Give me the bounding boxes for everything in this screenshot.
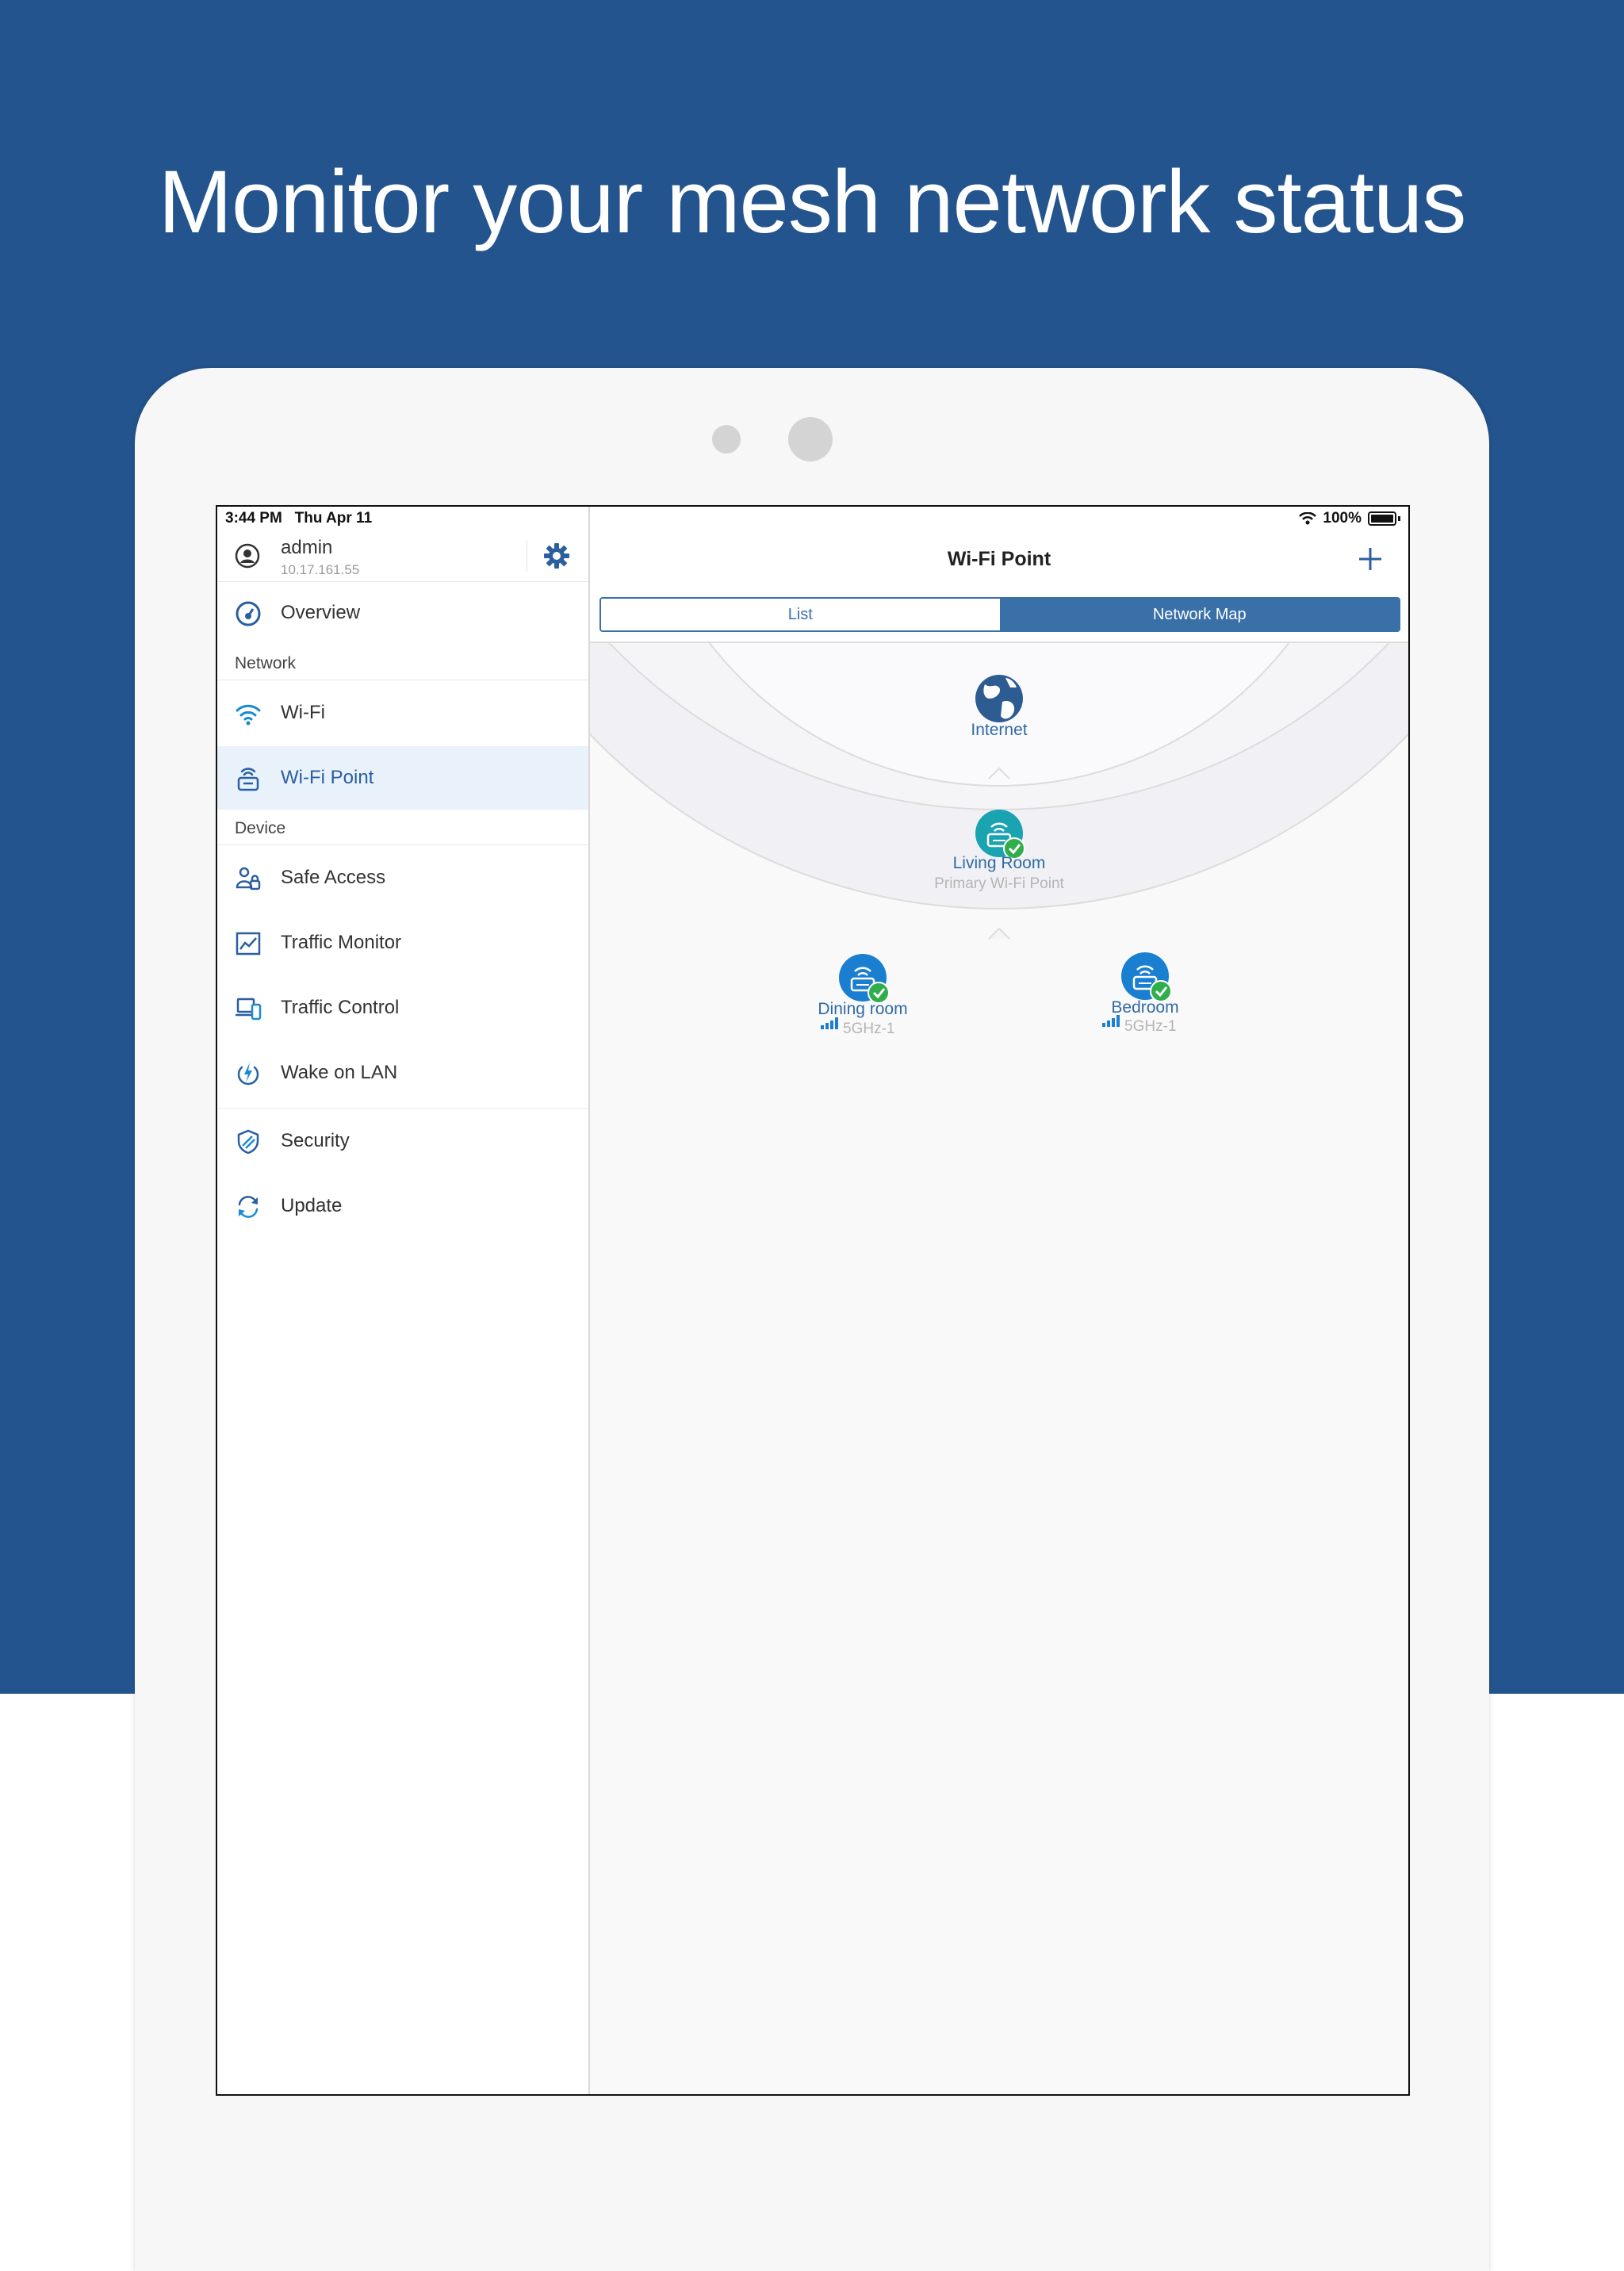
- gear-icon[interactable]: [542, 542, 571, 570]
- status-right: 100%: [1299, 510, 1400, 527]
- users-icon: [236, 867, 261, 890]
- page-title: Wi-Fi Point: [947, 548, 1051, 570]
- battery-icon: [1368, 511, 1396, 526]
- account-ip: 10.17.161.55: [281, 562, 360, 577]
- wifi-signal-icon: [1299, 512, 1317, 525]
- divider: [217, 844, 588, 845]
- sidebar-item-wifi[interactable]: Wi-Fi: [217, 681, 588, 745]
- section-title-network: Network: [235, 654, 297, 672]
- account-name: admin: [281, 537, 333, 558]
- tab-network-map[interactable]: Network Map: [1000, 599, 1399, 630]
- sidebar-item-wake-on-lan[interactable]: Wake on LAN: [217, 1041, 588, 1105]
- node-band-bedroom: 5GHz-1: [1124, 1018, 1177, 1035]
- camera-sensor: [712, 425, 741, 454]
- divider: [217, 1108, 588, 1109]
- battery-tip: [1398, 516, 1400, 521]
- sidebar-item-traffic-control[interactable]: Traffic Control: [217, 976, 588, 1040]
- sidebar: admin 10.17.161.55 Overview Network Wi-F…: [217, 507, 590, 2094]
- sidebar-item-safe-access[interactable]: Safe Access: [217, 846, 588, 910]
- node-band-dining-room: 5GHz-1: [843, 1021, 895, 1037]
- main-panel: Wi-Fi Point List Network Map Internet Li…: [590, 530, 1408, 2094]
- sidebar-item-label: Wake on LAN: [281, 1062, 398, 1083]
- internet-label: Internet: [971, 721, 1028, 739]
- sidebar-item-update[interactable]: Update: [217, 1174, 588, 1238]
- sidebar-item-overview[interactable]: Overview: [217, 581, 588, 645]
- sidebar-item-label: Update: [281, 1195, 343, 1216]
- sidebar-item-wifi-point[interactable]: Wi-Fi Point: [217, 746, 588, 810]
- signal-icon: [821, 1017, 838, 1029]
- line-chart-icon: [236, 932, 261, 956]
- sidebar-item-label: Traffic Control: [281, 997, 400, 1018]
- user-circle-icon: [235, 543, 260, 569]
- main-header: Wi-Fi Point: [590, 530, 1408, 586]
- view-switcher: List Network Map: [590, 586, 1408, 643]
- tablet-screen: admin 10.17.161.55 Overview Network Wi-F…: [216, 505, 1410, 2096]
- primary-point-name: Living Room: [952, 854, 1046, 872]
- wifi-point-icon: [237, 768, 259, 791]
- devices-icon: [236, 998, 262, 1021]
- map-ring-notch: [988, 927, 1010, 940]
- sidebar-item-traffic-monitor[interactable]: Traffic Monitor: [217, 911, 588, 975]
- account-header[interactable]: admin 10.17.161.55: [217, 530, 588, 582]
- tab-list[interactable]: List: [601, 599, 1001, 630]
- sidebar-item-security[interactable]: Security: [217, 1109, 588, 1173]
- refresh-icon: [238, 1196, 259, 1218]
- status-date: Thu Apr 11: [294, 510, 373, 527]
- segmented-control: List Network Map: [599, 597, 1400, 632]
- status-clock: 3:44 PM: [225, 510, 282, 527]
- battery-percent: 100%: [1323, 510, 1362, 527]
- section-title-device: Device: [235, 819, 286, 837]
- status-bar: 3:44 PM Thu Apr 11 100%: [217, 507, 1408, 530]
- shield-icon: [237, 1129, 259, 1155]
- sidebar-item-label: Overview: [281, 602, 361, 623]
- sidebar-item-label: Security: [281, 1130, 350, 1151]
- hero-title: Monitor your mesh network status: [158, 152, 1467, 251]
- power-icon: [237, 1063, 259, 1086]
- primary-point-role: Primary Wi-Fi Point: [934, 875, 1064, 892]
- node-name-dining-room: Dining room: [818, 1000, 908, 1018]
- status-time: 3:44 PM Thu Apr 11: [225, 510, 372, 527]
- sidebar-item-label: Wi-Fi Point: [281, 767, 374, 788]
- camera-lens: [788, 417, 833, 461]
- sidebar-item-label: Traffic Monitor: [281, 932, 402, 953]
- node-name-bedroom: Bedroom: [1111, 998, 1179, 1017]
- wifi-icon: [236, 704, 261, 726]
- sidebar-item-label: Wi-Fi: [281, 702, 325, 723]
- globe-icon[interactable]: [975, 675, 1023, 722]
- sidebar-item-label: Safe Access: [281, 867, 386, 888]
- plus-icon[interactable]: [1356, 545, 1385, 573]
- speedometer-icon: [236, 601, 261, 626]
